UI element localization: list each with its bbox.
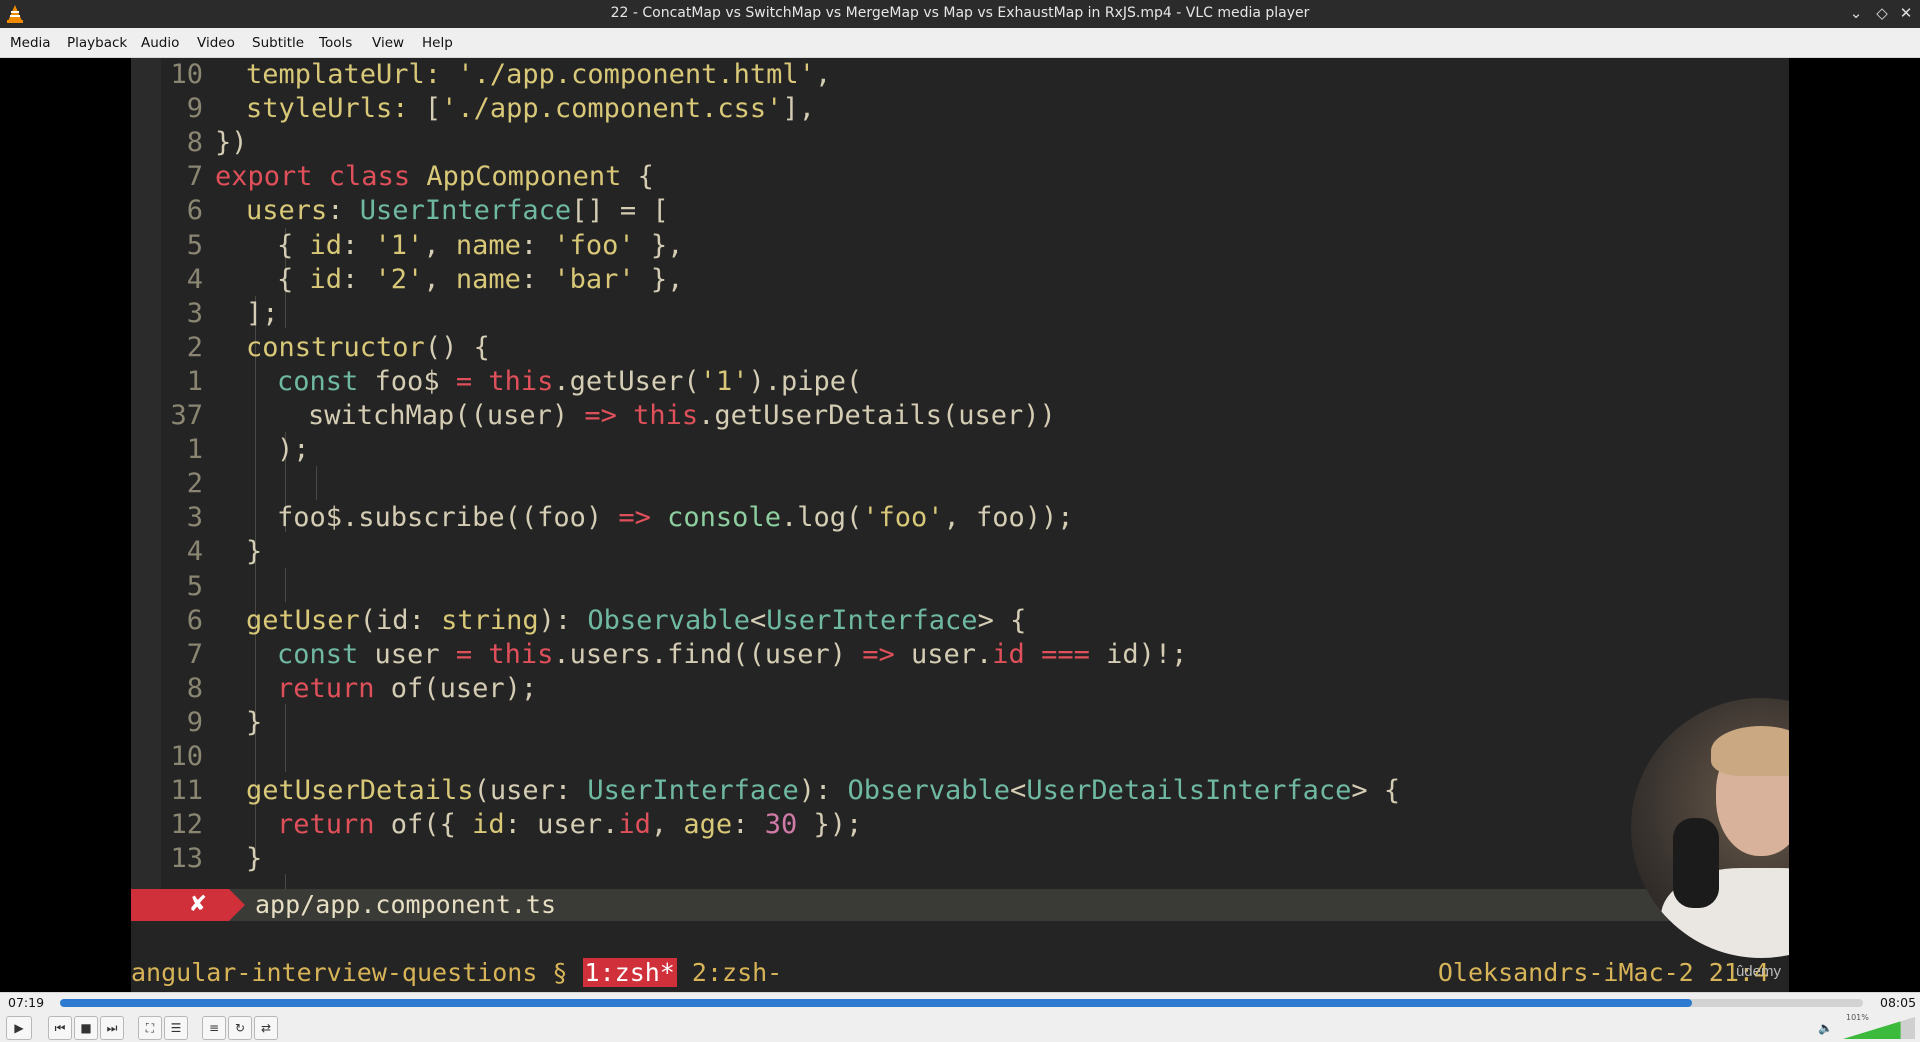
code-text: }) [215,127,248,159]
microphone [1673,818,1719,908]
line-number: 4 [186,536,203,568]
code-text: return of({ id: user.id, age: 30 }); [277,809,863,841]
code-text: templateUrl: './app.component.html', [246,59,832,90]
code-text: switchMap((user) => this.getUserDetails(… [308,400,1056,431]
editor-gutter [131,58,161,889]
seek-progress [60,999,1692,1007]
tmux-session: angular-interview-questions § [131,958,583,987]
indent-guide [285,704,286,772]
line-number: 7 [186,638,203,670]
minimize-button[interactable]: ⌄ [1846,3,1866,23]
line-number: 8 [186,127,203,159]
playlist-icon[interactable]: ≡ [202,1016,226,1040]
stop-icon[interactable]: ■ [74,1016,98,1040]
code-text: { id: '2', name: 'bar' }, [277,263,684,295]
line-number: 5 [186,229,203,261]
code-text: foo$.subscribe((foo) => console.log('foo… [277,502,1074,534]
line-number: 8 [186,672,203,704]
total-time: 08:05 [1880,995,1917,1010]
line-number: 9 [186,706,203,738]
video-frame: 10 templateUrl: './app.component.html', 9 s… [131,58,1789,992]
presenter-hair [1711,726,1789,776]
menu-playback[interactable]: Playback [67,35,127,51]
code-text: styleUrls: ['./app.component.css'], [246,93,815,125]
editor-status-bar: ✘ app/app.component.ts t] [131,889,1789,921]
tmux-window: 2:zsh- [676,958,783,987]
code-text: return of(user); [277,672,538,704]
line-number: 37 [170,400,203,431]
menu-bar: Media Playback Audio Video Subtitle Tool… [0,28,1920,58]
line-number: 3 [186,297,203,329]
player-controls: 07:19 08:05 ▶ ⏮ ■ ⏭ ⛶ ☰ ≡ ↻ ⇄ 🔈 101% [0,992,1920,1042]
seek-bar[interactable] [60,999,1863,1007]
line-number: 10 [170,59,203,90]
code-text: { id: '1', name: 'foo' }, [277,229,684,261]
tmux-host: Oleksandrs-iMac-2 21:4 [1437,958,1769,987]
volume-slider[interactable] [1843,1017,1915,1039]
indent-guide [316,466,317,500]
udemy-watermark: ûdemy [1735,963,1781,980]
line-number: 11 [170,775,203,807]
code-text: const foo$ = this.getUser('1').pipe( [277,365,863,397]
loop-icon[interactable]: ↻ [228,1016,252,1040]
line-number: 7 [186,161,203,193]
line-number: 10 [170,741,203,772]
tmux-status-bar: angular-interview-questions § 1:zsh* 2:z… [131,954,1789,992]
code-text: } [246,843,263,875]
menu-tools[interactable]: Tools [319,35,352,51]
code-text: } [246,536,263,568]
extended-settings-icon[interactable]: ☰ [164,1016,188,1040]
previous-icon[interactable]: ⏮ [48,1016,72,1040]
code-text: getUserDetails(user: UserInterface): Obs… [246,775,1401,807]
line-number: 1 [186,365,203,397]
line-number: 9 [186,93,203,125]
code-text: } [246,706,263,738]
menu-help[interactable]: Help [422,35,453,51]
menu-media[interactable]: Media [10,35,51,51]
video-area[interactable]: 10 templateUrl: './app.component.html', 9 s… [0,58,1920,992]
line-number: 5 [186,570,203,602]
line-number: 2 [186,468,203,500]
code-text: ); [277,434,310,466]
menu-view[interactable]: View [372,35,404,51]
fullscreen-icon[interactable]: ⛶ [138,1016,162,1040]
restore-button[interactable]: ◇ [1872,3,1892,23]
play-button[interactable]: ▶ [6,1016,32,1040]
line-number: 6 [186,604,203,636]
code-text: ]; [246,297,279,329]
error-mark: ✘ [131,889,245,921]
code-text: export class AppComponent { [215,161,654,193]
line-number: 4 [186,263,203,295]
next-icon[interactable]: ⏭ [100,1016,124,1040]
line-number: 3 [186,502,203,534]
window-title: 22 - ConcatMap vs SwitchMap vs MergeMap … [610,5,1310,21]
code-text: users: UserInterface[] = [ [246,195,669,227]
menu-subtitle[interactable]: Subtitle [252,35,304,51]
line-number: 1 [186,434,203,466]
file-name: app/app.component.ts [255,890,557,919]
menu-audio[interactable]: Audio [141,35,179,51]
indent-guide [285,568,286,602]
speaker-icon[interactable]: 🔈 [1818,1021,1833,1035]
code-text: const user = this.users.find((user) => u… [277,638,1188,670]
close-button[interactable]: ✕ [1896,3,1916,23]
elapsed-time: 07:19 [8,995,45,1010]
shuffle-icon[interactable]: ⇄ [254,1016,278,1040]
tmux-active-window: 1:zsh* [582,958,677,987]
line-number: 2 [186,331,203,363]
title-bar: 22 - ConcatMap vs SwitchMap vs MergeMap … [0,0,1920,28]
code-text: getUser(id: string): Observable<UserInte… [246,604,1027,636]
line-number: 12 [170,809,203,841]
code-text: constructor() { [246,331,490,363]
line-number: 13 [170,843,203,875]
menu-video[interactable]: Video [197,35,235,51]
line-number: 6 [186,195,203,227]
